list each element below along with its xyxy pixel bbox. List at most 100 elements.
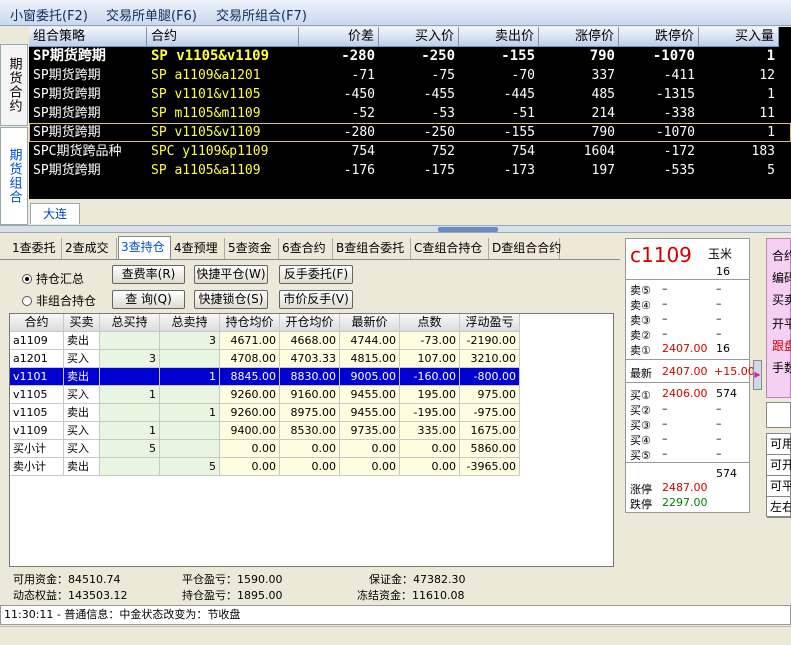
- col-points[interactable]: 点数: [400, 314, 460, 332]
- fee-rate-button[interactable]: 查费率(R): [112, 265, 185, 284]
- position-row[interactable]: v1109 买入 1 9400.00 8530.00 9735.00 335.00 1675.…: [10, 422, 520, 440]
- quote-cell-bid: -250: [421, 48, 455, 64]
- col-bid[interactable]: 买入价: [379, 27, 459, 47]
- position-row[interactable]: v1105 买入 1 9260.00 9160.00 9455.00 195.00 975.0…: [10, 386, 520, 404]
- position-cell: 0.00: [340, 440, 400, 458]
- quote-cell-up-limit: 197: [591, 163, 615, 178]
- position-row[interactable]: v1101 卖出 1 8845.00 8830.00 9005.00 -160.00 -800…: [10, 368, 520, 386]
- order-panel-label: 买卖: [772, 293, 791, 307]
- col-strategy[interactable]: 组合策略: [29, 27, 147, 47]
- tab-query-6[interactable]: 6查合约: [280, 238, 333, 259]
- position-cell: 4671.00: [220, 332, 280, 350]
- order-panel-label: 合约: [772, 249, 791, 263]
- available-funds: 可用资金：84510.74: [13, 573, 121, 586]
- quote-cell-strategy: SP期货跨期: [33, 125, 101, 140]
- col-open-avg[interactable]: 开仓均价: [280, 314, 340, 332]
- position-cell: 9455.00: [340, 404, 400, 422]
- menu-exchange-combo[interactable]: 交易所组合(F7): [216, 5, 307, 24]
- bid-price: –: [662, 432, 668, 445]
- tab-futures-contract-label: 期货合约: [6, 57, 22, 113]
- quick-lock-button[interactable]: 快捷锁仓(S): [194, 290, 268, 309]
- radio-non-combo-position[interactable]: 非组合持仓: [22, 292, 96, 309]
- combo-quote-grid[interactable]: 组合策略 合约 价差 买入价 卖出价 涨停价 跌停价 买入量 SP期货跨期 SP …: [29, 27, 791, 199]
- quote-divider: [626, 279, 749, 280]
- position-cell: 卖出: [64, 368, 100, 386]
- query-tabs: 1查委托 2查成交 3查持仓 4查预埋 5查资金 6查合约 B查组合委托 C查组合持仓 D查组合…: [0, 236, 620, 260]
- col-bid-vol[interactable]: 买入量: [699, 27, 779, 47]
- quote-cell-contract: SP v1101&v1105: [151, 87, 261, 102]
- available-table: 可用可开可平左右: [766, 433, 791, 518]
- menu-small-order[interactable]: 小窗委托(F2): [10, 5, 88, 24]
- position-cell: 0.00: [400, 440, 460, 458]
- bid-volume: –: [716, 432, 722, 445]
- quote-row[interactable]: SP期货跨期 SP a1105&a1109 -176 -175 -173 197 -535 5: [29, 161, 791, 180]
- quote-cell-up-limit: 790: [589, 48, 615, 64]
- position-cell: 买入: [64, 422, 100, 440]
- position-row[interactable]: a1109 卖出 3 4671.00 4668.00 4744.00 -73.00 -2190…: [10, 332, 520, 350]
- col-contract[interactable]: 合约: [10, 314, 64, 332]
- quote-cell-spread: -280: [343, 125, 375, 140]
- query-button[interactable]: 查 询(Q): [112, 290, 185, 309]
- tab-query-2[interactable]: 2查成交: [63, 238, 117, 259]
- panel-splitter[interactable]: [0, 225, 791, 233]
- position-row[interactable]: a1201 买入 3 4708.00 4703.33 4815.00 107.00 3210.…: [10, 350, 520, 368]
- quote-row[interactable]: SP期货跨期 SP m1105&m1109 -52 -53 -51 214 -338 11: [29, 104, 791, 123]
- position-cell: 买入: [64, 440, 100, 458]
- col-spread[interactable]: 价差: [299, 27, 379, 47]
- ask-label: 卖①: [630, 344, 651, 357]
- quote-cell-ask: -155: [503, 125, 535, 140]
- col-hold-avg[interactable]: 持仓均价: [220, 314, 280, 332]
- quote-cell-bid-vol: 1: [767, 125, 775, 140]
- col-total-buy[interactable]: 总买持: [100, 314, 160, 332]
- quote-cell-down-limit: -411: [663, 68, 695, 83]
- quote-row[interactable]: SP期货跨期 SP a1109&a1201 -71 -75 -70 337 -411 12: [29, 66, 791, 85]
- expand-arrow-icon[interactable]: ▶: [753, 360, 762, 390]
- col-down-limit[interactable]: 跌停价: [619, 27, 699, 47]
- quote-row[interactable]: SP期货跨期 SP v1101&v1105 -450 -455 -445 485 -1315…: [29, 85, 791, 104]
- col-float-pl[interactable]: 浮动盈亏: [460, 314, 520, 332]
- reverse-order-button[interactable]: 反手委托(F): [279, 265, 353, 284]
- menu-exchange-single-leg[interactable]: 交易所单腿(F6): [106, 5, 197, 24]
- radio-position-summary-label: 持仓汇总: [36, 272, 85, 286]
- col-contract[interactable]: 合约: [147, 27, 299, 47]
- position-cell: -3965.00: [460, 458, 520, 476]
- position-profit-loss: 持仓盈亏：1895.00: [182, 589, 283, 602]
- tab-market-dalian[interactable]: 大连: [30, 203, 80, 224]
- tab-query-3[interactable]: 3查持仓: [118, 236, 171, 259]
- quote-cell-bid: -53: [431, 106, 455, 121]
- tab-query-1[interactable]: 1查委托: [10, 238, 62, 259]
- margin: 保证金：47382.30: [369, 573, 466, 586]
- order-panel-label: 开平: [772, 317, 791, 331]
- tab-futures-contract[interactable]: 期货合约: [0, 44, 28, 126]
- quote-row[interactable]: SPC期货跨品种 SPC y1109&p1109 754 752 754 1604 -172…: [29, 142, 791, 161]
- col-side[interactable]: 买卖: [64, 314, 100, 332]
- position-table[interactable]: 合约 买卖 总买持 总卖持 持仓均价 开仓均价 最新价 点数 浮动盈亏 a1109 卖出 3 4671.…: [9, 313, 614, 567]
- tab-query-8[interactable]: C查组合持仓: [412, 238, 489, 259]
- tab-futures-combo[interactable]: 期货组合: [0, 127, 28, 225]
- splitter-grip-icon[interactable]: [438, 227, 498, 232]
- position-row[interactable]: v1105 卖出 1 9260.00 8975.00 9455.00 -195.00 -975…: [10, 404, 520, 422]
- order-panel-button[interactable]: [766, 402, 791, 428]
- col-total-sell[interactable]: 总卖持: [160, 314, 220, 332]
- quote-cell-up-limit: 214: [591, 106, 615, 121]
- col-last[interactable]: 最新价: [340, 314, 400, 332]
- quote-cell-ask: -173: [503, 163, 535, 178]
- quote-row[interactable]: SP期货跨期 SP v1105&v1109 -280 -250 -155 790 -1070…: [29, 123, 791, 142]
- col-ask[interactable]: 卖出价: [459, 27, 539, 47]
- position-row[interactable]: 卖小计 卖出 5 0.00 0.00 0.00 0.00 -3965.00: [10, 458, 520, 476]
- radio-position-summary[interactable]: 持仓汇总: [22, 270, 84, 287]
- quote-row[interactable]: SP期货跨期 SP v1105&v1109 -280 -250 -155 790 -1070…: [29, 47, 791, 66]
- quote-divider: [626, 462, 749, 463]
- position-cell: 1: [160, 404, 220, 422]
- ask-volume: –: [716, 297, 722, 310]
- bid-label: 买①: [630, 389, 651, 402]
- position-row[interactable]: 买小计 买入 5 0.00 0.00 0.00 0.00 5860.00: [10, 440, 520, 458]
- quick-close-button[interactable]: 快捷平仓(W): [194, 265, 268, 284]
- tab-query-4[interactable]: 4查预埋: [172, 238, 225, 259]
- col-up-limit[interactable]: 涨停价: [539, 27, 619, 47]
- tab-query-5[interactable]: 5查资金: [226, 238, 279, 259]
- tab-query-9[interactable]: D查组合合约: [490, 238, 561, 259]
- tab-query-7[interactable]: B查组合委托: [334, 238, 411, 259]
- ask-price: 2407.00: [662, 342, 708, 355]
- market-reverse-button[interactable]: 市价反手(V): [279, 290, 353, 309]
